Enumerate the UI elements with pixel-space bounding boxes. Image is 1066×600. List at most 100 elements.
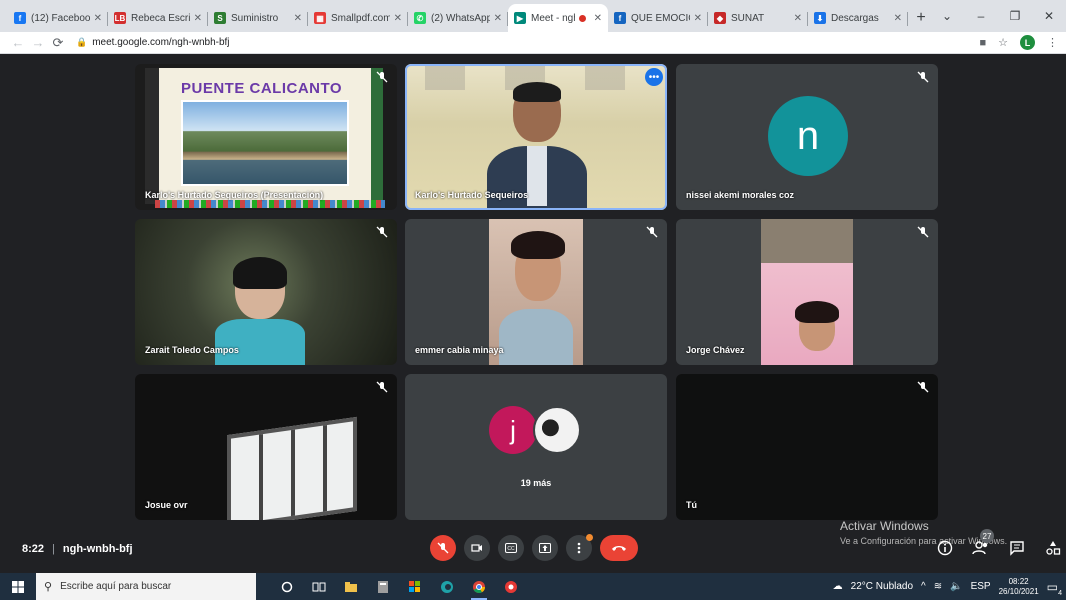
taskbar-clock[interactable]: 08:22 26/10/2021 bbox=[999, 577, 1039, 597]
profile-avatar[interactable]: L bbox=[1020, 35, 1035, 50]
activities-button[interactable] bbox=[1042, 537, 1064, 559]
close-tab-icon[interactable]: ✕ bbox=[694, 13, 702, 24]
red-app-icon[interactable] bbox=[500, 576, 522, 598]
close-tab-icon[interactable]: ✕ bbox=[894, 13, 902, 24]
notification-center-icon[interactable]: ▭ 4 bbox=[1047, 580, 1062, 597]
tab-label: Meet - ngh bbox=[531, 12, 575, 24]
back-icon[interactable]: ← bbox=[8, 35, 28, 50]
slide-title: PUENTE CALICANTO bbox=[181, 80, 343, 97]
cortana-icon[interactable] bbox=[276, 576, 298, 598]
weather-text[interactable]: 22°C Nublado bbox=[851, 581, 913, 592]
muted-mic-icon bbox=[916, 70, 930, 84]
avatar: j bbox=[489, 406, 537, 454]
close-tab-icon[interactable]: ✕ bbox=[494, 13, 502, 24]
start-button[interactable] bbox=[0, 573, 36, 600]
taskbar-search[interactable]: ⚲ Escribe aquí para buscar bbox=[36, 573, 256, 600]
browser-tab[interactable]: LB Rebeca Escribe ✕ bbox=[108, 4, 208, 32]
browser-tab[interactable]: ⬇ Descargas ✕ bbox=[808, 4, 908, 32]
close-tab-icon[interactable]: ✕ bbox=[294, 13, 302, 24]
browser-tab[interactable]: ✆ (2) WhatsApp ✕ bbox=[408, 4, 508, 32]
lock-icon[interactable]: 🔒 bbox=[76, 37, 87, 48]
close-tab-icon[interactable]: ✕ bbox=[94, 13, 102, 24]
participant-tile-more[interactable]: j 19 más bbox=[405, 374, 667, 520]
participant-count-badge: 27 bbox=[980, 529, 994, 543]
close-tab-icon[interactable]: ✕ bbox=[394, 13, 402, 24]
participant-tile-jorge[interactable]: Jorge Chávez bbox=[676, 219, 938, 365]
more-vert-icon bbox=[577, 542, 581, 554]
browser-tab[interactable]: f (12) Facebook ✕ bbox=[8, 4, 108, 32]
window-controls: ⌄ – ❐ ✕ bbox=[930, 0, 1066, 32]
tab-favicon-icon: ✆ bbox=[414, 12, 426, 24]
tray-chevron-icon[interactable]: ^ bbox=[921, 581, 926, 592]
chat-button[interactable] bbox=[1006, 537, 1028, 559]
muted-mic-icon bbox=[375, 70, 389, 84]
participant-video bbox=[489, 219, 583, 365]
volume-icon[interactable]: 🔈 bbox=[950, 581, 962, 592]
excel-like-icon[interactable] bbox=[372, 576, 394, 598]
more-participants-count: 19 más bbox=[520, 478, 552, 488]
task-view-icon[interactable] bbox=[308, 576, 330, 598]
browser-menu-icon[interactable]: ⋮ bbox=[1047, 36, 1058, 49]
camera-toggle-button[interactable] bbox=[464, 535, 490, 561]
participant-name: Karlo's Hurtado Sequeiros (Presentación) bbox=[145, 190, 324, 200]
tab-label: SUNAT bbox=[731, 12, 765, 24]
network-icon[interactable]: ≋ bbox=[934, 581, 942, 592]
tab-label: QUE EMOCION bbox=[631, 12, 690, 24]
meeting-time: 8:22 bbox=[22, 543, 45, 555]
browser-tab[interactable]: ◆ SUNAT ✕ bbox=[708, 4, 808, 32]
avatar-photo bbox=[533, 406, 581, 454]
taskbar-apps bbox=[276, 576, 522, 600]
more-options-button[interactable] bbox=[566, 534, 593, 561]
leave-call-button[interactable] bbox=[600, 535, 638, 561]
muted-mic-icon bbox=[375, 225, 389, 239]
browser-tab[interactable]: f QUE EMOCION ✕ bbox=[608, 4, 708, 32]
meet-stage: PUENTE CALICANTO Karlo's Hurtado Sequeir… bbox=[0, 55, 1066, 573]
mic-off-icon bbox=[437, 542, 449, 554]
file-explorer-icon[interactable] bbox=[340, 576, 362, 598]
forward-icon[interactable]: → bbox=[28, 35, 48, 50]
language-indicator[interactable]: ESP bbox=[971, 581, 991, 592]
browser-tab[interactable]: ▦ Smallpdf.com ✕ bbox=[308, 4, 408, 32]
chrome-icon[interactable] bbox=[468, 576, 490, 600]
reload-icon[interactable]: ⟳ bbox=[48, 35, 68, 51]
participant-tile-nissei[interactable]: n nissei akemi morales coz bbox=[676, 64, 938, 210]
tab-search-icon[interactable]: ⌄ bbox=[930, 0, 964, 32]
present-button[interactable] bbox=[532, 535, 558, 561]
search-placeholder: Escribe aquí para buscar bbox=[60, 581, 172, 592]
close-window-icon[interactable]: ✕ bbox=[1032, 0, 1066, 32]
participant-tile-josue[interactable]: Josue ovr bbox=[135, 374, 397, 520]
avatar: n bbox=[768, 96, 848, 176]
participant-tile-presentation[interactable]: PUENTE CALICANTO Karlo's Hurtado Sequeir… bbox=[135, 64, 397, 210]
store-icon[interactable] bbox=[404, 576, 426, 598]
participant-tile-emmer[interactable]: emmer cabia minaya bbox=[405, 219, 667, 365]
mic-toggle-button[interactable] bbox=[430, 535, 456, 561]
restore-icon[interactable]: ❐ bbox=[998, 0, 1032, 32]
participant-video bbox=[761, 219, 853, 365]
meet-side-controls: 27 bbox=[934, 529, 1064, 559]
bookmark-star-icon[interactable]: ☆ bbox=[998, 36, 1008, 49]
tab-favicon-icon: S bbox=[214, 12, 226, 24]
participant-tile-zarait[interactable]: Zarait Toledo Campos bbox=[135, 219, 397, 365]
minimize-icon[interactable]: – bbox=[964, 0, 998, 32]
captions-button[interactable]: CC bbox=[498, 535, 524, 561]
browser-tab[interactable]: S Suministro ✕ bbox=[208, 4, 308, 32]
close-tab-icon[interactable]: ✕ bbox=[594, 13, 602, 24]
participant-tile-speaker[interactable]: ••• Karlo's Hurtado Sequeiros bbox=[405, 64, 667, 210]
participant-name: Zarait Toledo Campos bbox=[145, 345, 239, 355]
meeting-details-button[interactable] bbox=[934, 537, 956, 559]
participant-name: Jorge Chávez bbox=[686, 345, 745, 355]
people-button[interactable]: 27 bbox=[970, 529, 994, 559]
more-options-icon[interactable]: ••• bbox=[645, 68, 663, 86]
participant-tile-self[interactable]: Tú bbox=[676, 374, 938, 520]
url-field[interactable]: meet.google.com/ngh-wnbh-bfj bbox=[92, 37, 979, 48]
cloud-icon: ☁ bbox=[832, 581, 843, 592]
meeting-code[interactable]: ngh-wnbh-bfj bbox=[63, 543, 133, 555]
browser-tab[interactable]: ▶ Meet - ngh ✕ bbox=[508, 4, 608, 32]
camera-in-use-icon[interactable]: ■ bbox=[979, 37, 986, 49]
edge-icon[interactable] bbox=[436, 576, 458, 598]
chat-icon bbox=[1010, 541, 1024, 556]
recording-dot-icon bbox=[578, 14, 586, 22]
close-tab-icon[interactable]: ✕ bbox=[794, 13, 802, 24]
close-tab-icon[interactable]: ✕ bbox=[194, 13, 202, 24]
notification-dot bbox=[586, 534, 593, 541]
